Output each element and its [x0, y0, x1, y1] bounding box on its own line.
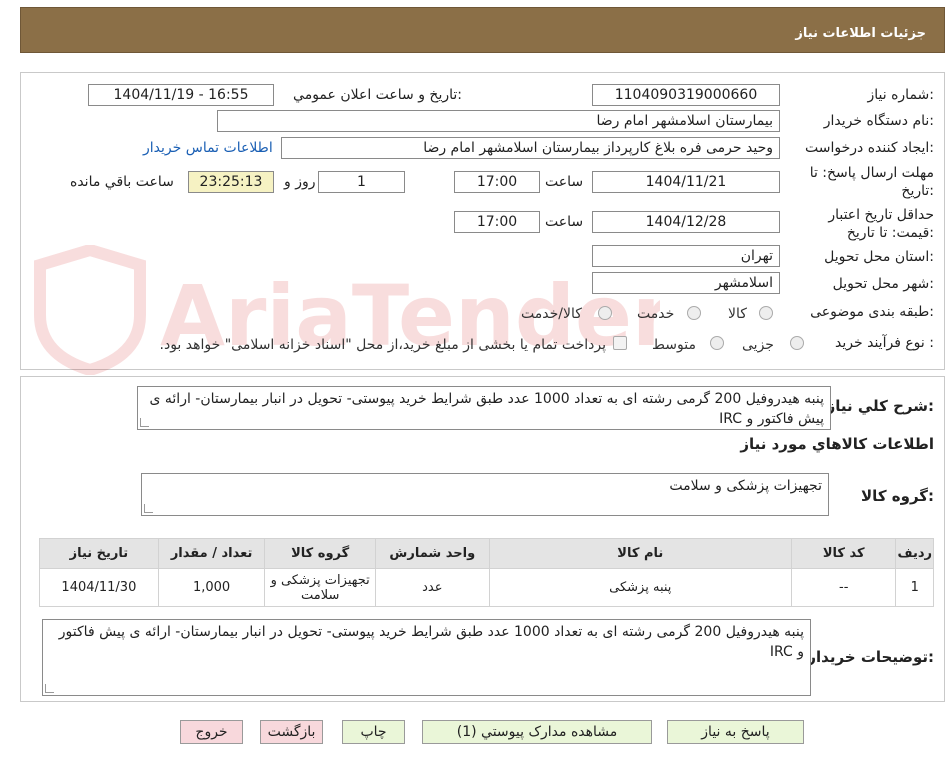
need-number-label: شماره نیاز:: [867, 87, 934, 103]
deadline-date-field: 1404/11/21: [592, 171, 780, 193]
goods-group-text: تجهیزات پزشکی و سلامت: [669, 478, 822, 494]
cell-group: تجهیزات پزشکی و سلامت: [264, 568, 376, 607]
city-field: اسلامشهر: [592, 272, 780, 294]
goods-group-label: گروه کالا:: [861, 487, 934, 505]
deadline-time-field: 17:00: [454, 171, 540, 193]
creator-label: ایجاد کننده درخواست:: [805, 140, 934, 156]
city-label: شهر محل تحویل:: [832, 276, 934, 292]
buyer-org-field: بیمارستان اسلامشهر امام رضا: [217, 110, 780, 132]
summary-textarea[interactable]: پنبه هیدروفیل 200 گرمی رشته ای به تعداد …: [137, 386, 831, 430]
process-label: نوع فرآیند خرید :: [835, 335, 934, 351]
validity-label-2: قیمت: تا تاریخ:: [846, 225, 934, 241]
deadline-label: مهلت ارسال پاسخ: تا: [809, 165, 934, 181]
cell-row: 1: [895, 568, 934, 607]
summary-label: شرح کلي نياز:: [826, 397, 934, 415]
resize-grip-icon[interactable]: [45, 684, 54, 693]
deadline-label-2: تاریخ:: [901, 183, 934, 199]
days-label: روز و: [284, 174, 316, 190]
goods-table-header: رديف کد کالا نام کالا واحد شمارش گروه کا…: [39, 538, 934, 569]
col-name: نام کالا: [488, 538, 792, 569]
summary-text: پنبه هیدروفیل 200 گرمی رشته ای به تعداد …: [149, 391, 825, 427]
reply-button[interactable]: پاسخ به نیاز: [667, 720, 804, 744]
back-button[interactable]: بازگشت: [260, 720, 323, 744]
category-goods-service-radio[interactable]: [598, 306, 612, 320]
announce-date-label: تاریخ و ساعت اعلان عمومي:: [293, 87, 462, 103]
need-number-field: 1104090319000660: [592, 84, 780, 106]
cell-code: --: [790, 568, 897, 607]
validity-time-field: 17:00: [454, 211, 540, 233]
cell-unit: عدد: [374, 568, 490, 607]
goods-table: رديف کد کالا نام کالا واحد شمارش گروه کا…: [39, 538, 934, 607]
exit-button[interactable]: خروج: [180, 720, 243, 744]
cell-date: 1404/11/30: [39, 568, 159, 607]
col-qty: تعداد / مقدار: [157, 538, 266, 569]
col-date: تاریخ نیاز: [39, 538, 159, 569]
creator-field: وحید حرمی فره بلاغ کارپرداز بیمارستان اس…: [281, 137, 780, 159]
process-minor-radio[interactable]: [790, 336, 804, 350]
table-row: 1 -- پنبه پزشکی عدد تجهیزات پزشکی و سلام…: [39, 568, 934, 607]
validity-date-field: 1404/12/28: [592, 211, 780, 233]
category-goods-option: کالا: [728, 306, 747, 322]
col-unit: واحد شمارش: [374, 538, 490, 569]
col-code: کد کالا: [790, 538, 897, 569]
buyer-notes-textarea[interactable]: پنبه هیدروفیل 200 گرمی رشته ای به تعداد …: [42, 619, 811, 696]
announce-date-field: 1404/11/19 - 16:55: [88, 84, 274, 106]
page-title: جزئیات اطلاعات نیاز: [795, 26, 926, 41]
category-goods-radio[interactable]: [759, 306, 773, 320]
treasury-payment-note: پرداخت تمام یا بخشی از مبلغ خرید،از محل …: [159, 337, 606, 353]
page-header: جزئیات اطلاعات نیاز: [20, 7, 945, 53]
resize-grip-icon[interactable]: [144, 504, 153, 513]
resize-grip-icon[interactable]: [140, 418, 149, 427]
treasury-payment-checkbox[interactable]: [613, 336, 627, 350]
goods-group-textarea[interactable]: تجهیزات پزشکی و سلامت: [141, 473, 829, 516]
deadline-time-label: ساعت: [545, 174, 584, 190]
process-minor-option: جزیی: [742, 337, 774, 353]
cell-qty: 1,000: [157, 568, 266, 607]
province-field: تهران: [592, 245, 780, 267]
category-service-option: خدمت: [637, 306, 675, 322]
remaining-days-field: 1: [318, 171, 405, 193]
buyer-notes-label: توضیحات خریدار:: [807, 648, 934, 666]
process-medium-radio[interactable]: [710, 336, 724, 350]
goods-section-title: اطلاعات کالاهاي مورد نياز: [740, 435, 934, 453]
print-button[interactable]: چاپ: [342, 720, 405, 744]
category-goods-service-option: کالا/خدمت: [521, 306, 582, 322]
buyer-notes-text: پنبه هیدروفیل 200 گرمی رشته ای به تعداد …: [58, 624, 804, 660]
col-group: گروه کالا: [264, 538, 376, 569]
process-medium-option: متوسط: [652, 337, 696, 353]
remaining-time-label: ساعت باقي مانده: [70, 174, 174, 190]
province-label: استان محل تحویل:: [824, 249, 934, 265]
category-service-radio[interactable]: [687, 306, 701, 320]
validity-label: حداقل تاریخ اعتبار: [828, 207, 934, 223]
col-row: رديف: [895, 538, 934, 569]
category-label: طبقه بندی موضوعی:: [810, 304, 934, 320]
cell-name: پنبه پزشکی: [488, 568, 792, 607]
buyer-org-label: نام دستگاه خریدار:: [823, 113, 934, 129]
view-attachments-button[interactable]: مشاهده مدارک پیوستي (1): [422, 720, 652, 744]
buyer-contact-link[interactable]: اطلاعات تماس خریدار: [143, 140, 273, 156]
validity-time-label: ساعت: [545, 214, 584, 230]
remaining-time-field: 23:25:13: [188, 171, 274, 193]
